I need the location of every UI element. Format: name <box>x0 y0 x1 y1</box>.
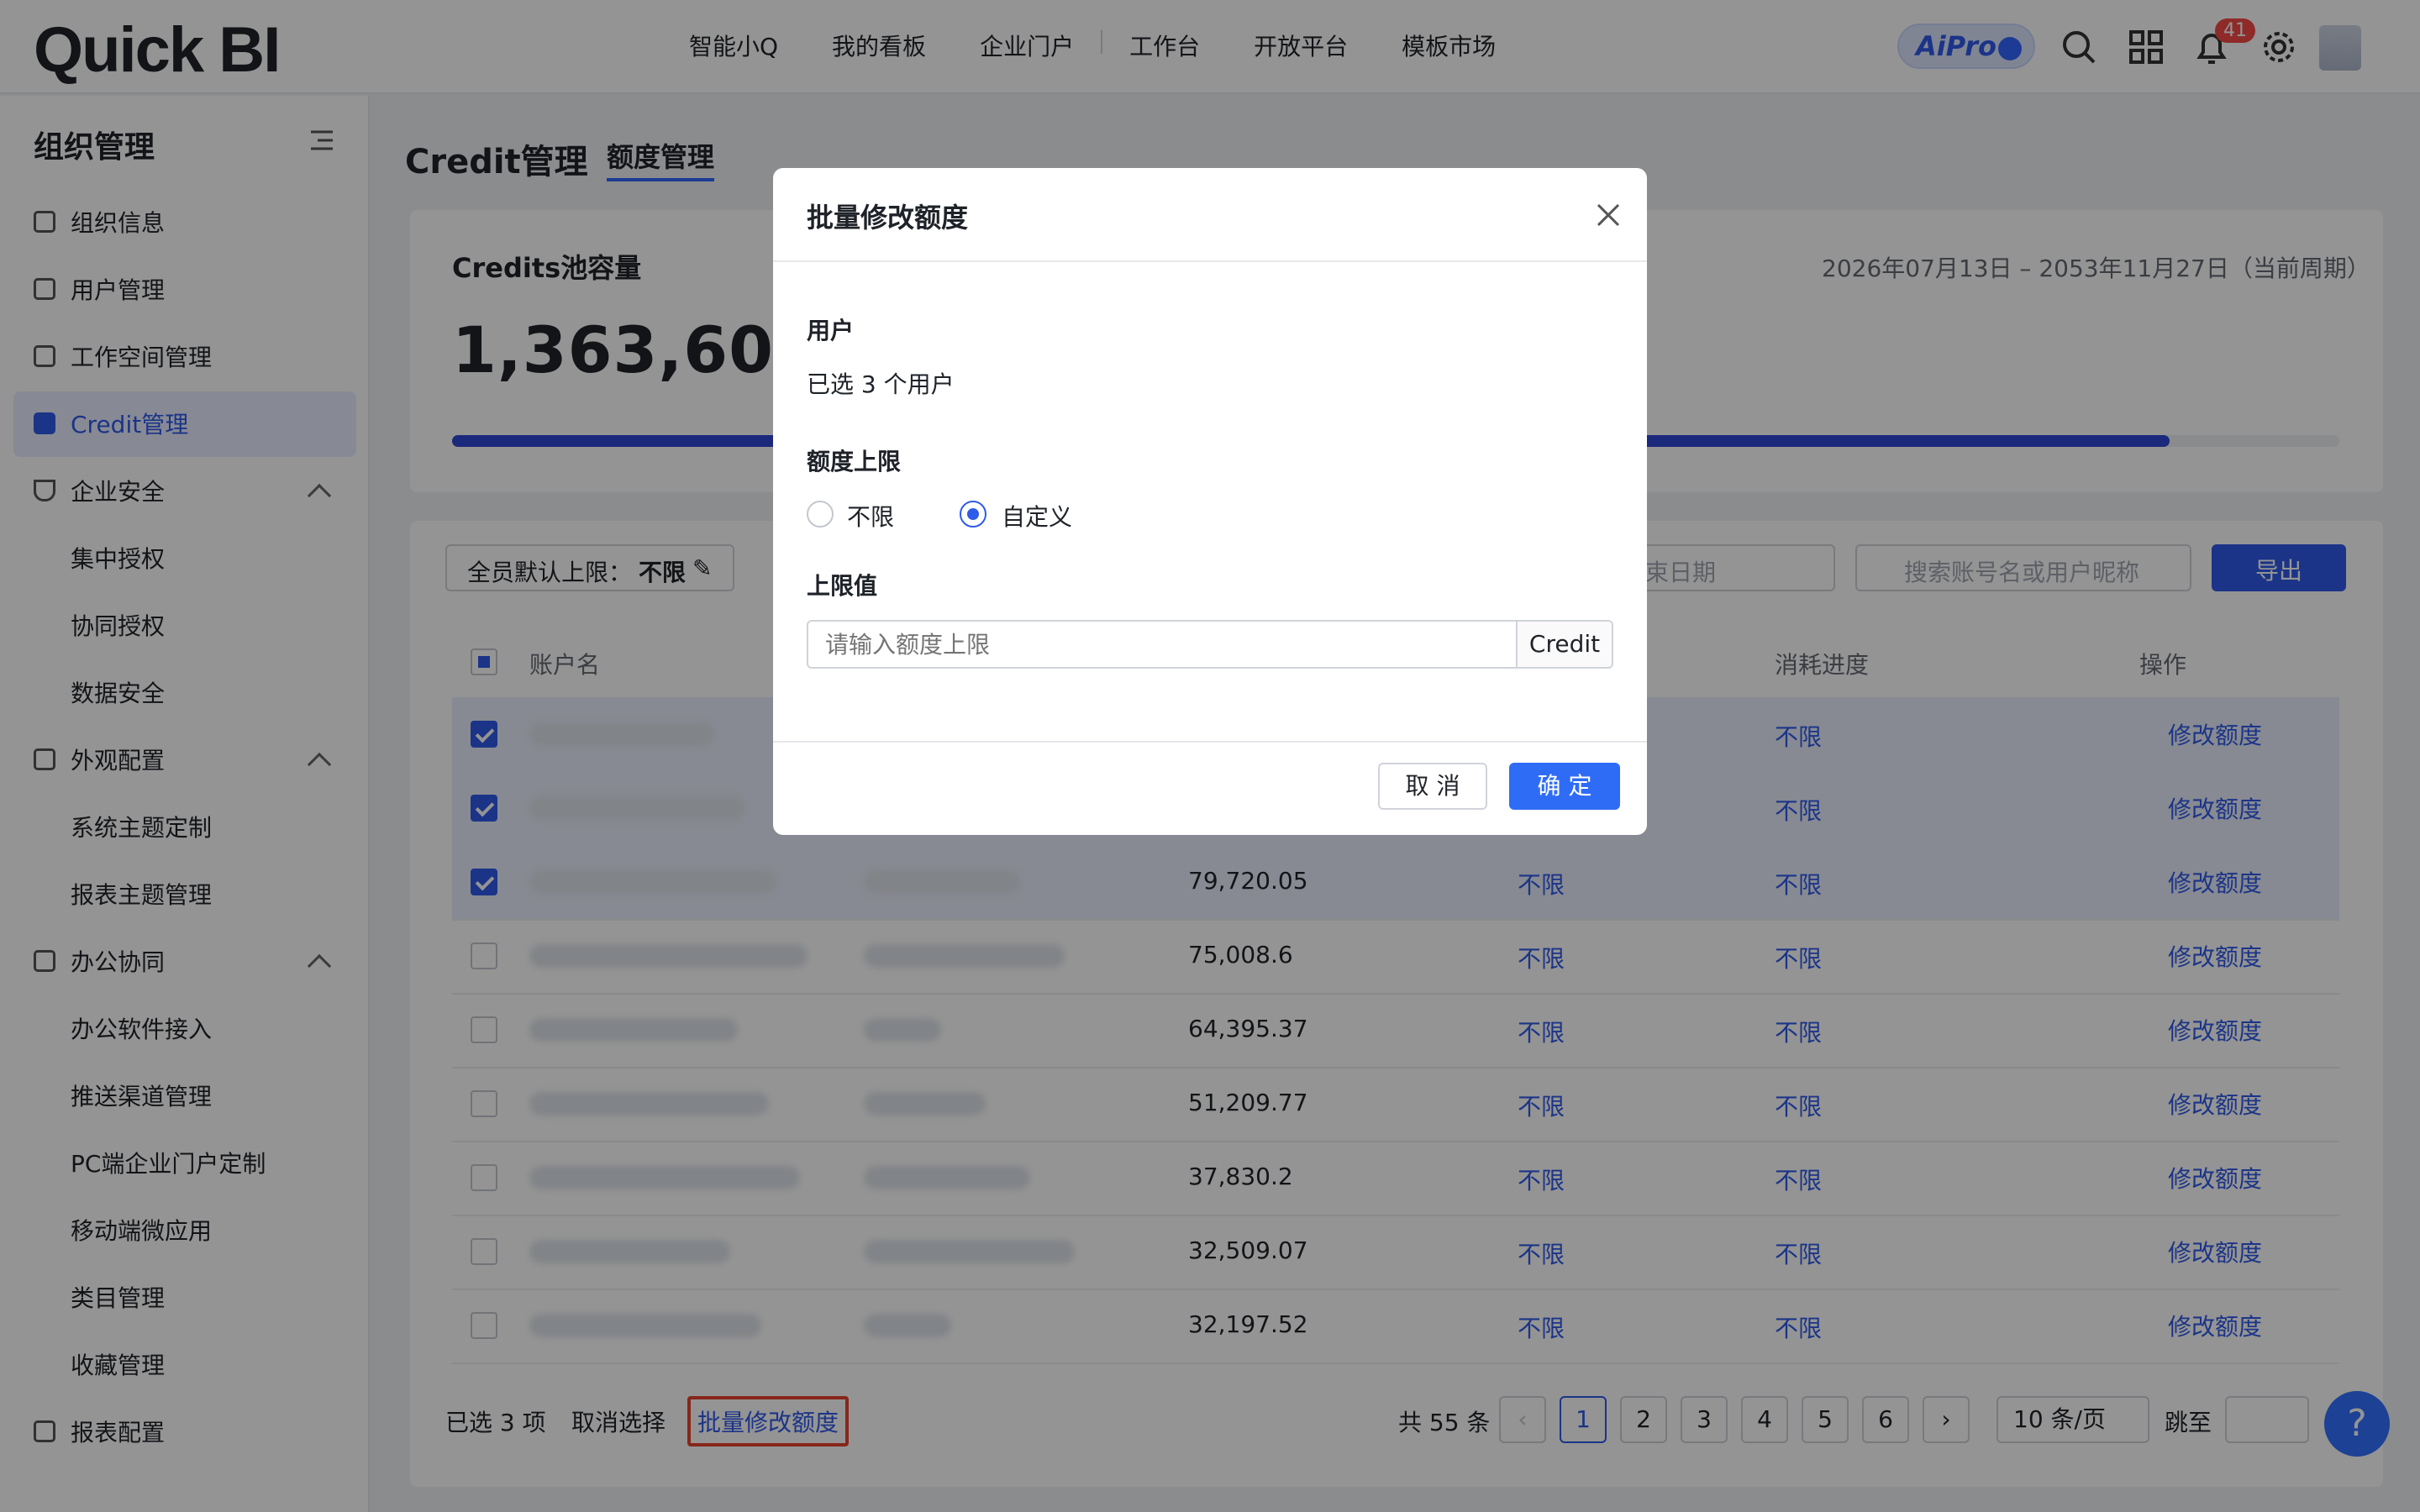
cancel-button[interactable]: 取 消 <box>1378 763 1487 810</box>
radio-custom-label[interactable]: 自定义 <box>1002 499 1072 533</box>
radio-unlimited-label[interactable]: 不限 <box>847 499 894 533</box>
confirm-button[interactable]: 确 定 <box>1509 763 1620 810</box>
radio-unlimited[interactable] <box>807 501 834 528</box>
modal-divider <box>773 260 1647 262</box>
bulk-edit-modal: 批量修改额度 用户 已选 3 个用户 额度上限 不限 自定义 上限值 Credi… <box>773 168 1647 835</box>
unit-addon: Credit <box>1516 620 1613 669</box>
close-icon[interactable] <box>1593 200 1623 230</box>
modal-footer-divider <box>773 741 1647 743</box>
limit-label: 额度上限 <box>807 448 902 475</box>
user-value: 已选 3 个用户 <box>807 370 955 398</box>
limit-input[interactable] <box>807 620 1518 669</box>
user-label: 用户 <box>807 317 855 344</box>
radio-custom[interactable] <box>960 501 986 528</box>
modal-title: 批量修改额度 <box>807 202 969 234</box>
value-label: 上限值 <box>807 572 878 600</box>
